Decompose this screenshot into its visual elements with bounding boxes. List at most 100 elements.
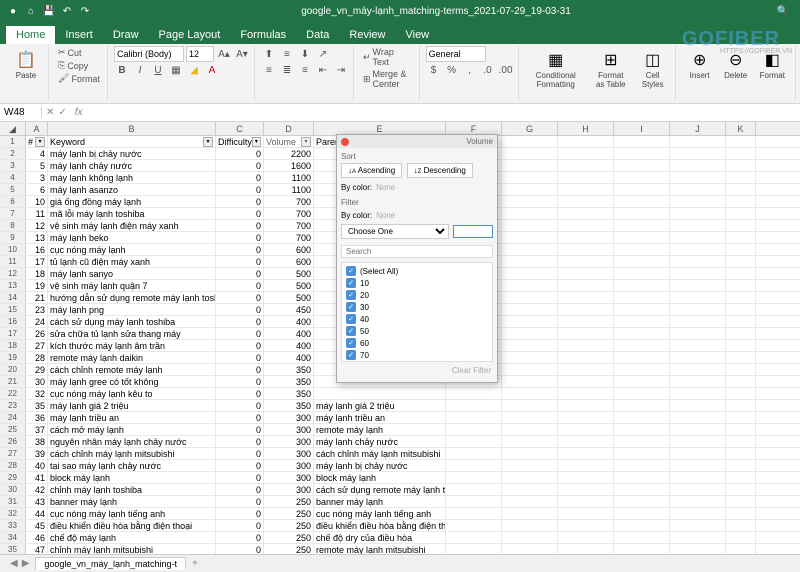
cell[interactable] (558, 292, 614, 303)
cell[interactable] (726, 328, 756, 339)
cell[interactable]: remote máy lạnh mitsubishi (314, 544, 446, 554)
copy-button[interactable]: ⎘ Copy (55, 59, 103, 72)
cell[interactable] (558, 388, 614, 399)
filter-arrow-icon[interactable]: ▾ (35, 137, 45, 147)
font-size-select[interactable] (186, 46, 214, 62)
cell[interactable] (726, 376, 756, 387)
cell[interactable] (614, 232, 670, 243)
cell[interactable]: remote máy lạnh (314, 424, 446, 435)
cell[interactable] (726, 412, 756, 423)
cell[interactable] (614, 376, 670, 387)
cell[interactable] (558, 244, 614, 255)
cell[interactable]: tủ lạnh cũ điện máy xanh (48, 256, 216, 267)
cell[interactable]: 0 (216, 424, 264, 435)
cell[interactable]: 350 (264, 376, 314, 387)
name-box[interactable]: W48 (0, 107, 42, 118)
cell[interactable]: 700 (264, 208, 314, 219)
cell[interactable]: 300 (264, 424, 314, 435)
cell[interactable] (670, 532, 726, 543)
cell[interactable] (726, 184, 756, 195)
filter-item-select-all[interactable]: ✓(Select All) (344, 265, 490, 277)
cell[interactable] (446, 388, 502, 399)
cell[interactable] (614, 172, 670, 183)
cell[interactable]: máy lạnh asanzo (48, 184, 216, 195)
filter-item[interactable]: ✓30 (344, 301, 490, 313)
cell[interactable]: máy lạnh bị chảy nước (48, 148, 216, 159)
cell[interactable] (726, 364, 756, 375)
row-header[interactable]: 22 (0, 388, 26, 399)
cell[interactable]: 29 (26, 364, 48, 375)
cell[interactable] (670, 328, 726, 339)
cell[interactable] (558, 520, 614, 531)
cell[interactable] (558, 196, 614, 207)
cell[interactable] (614, 424, 670, 435)
cell[interactable]: 500 (264, 292, 314, 303)
cell[interactable]: máy lạnh triều an (48, 412, 216, 423)
cell[interactable]: 400 (264, 328, 314, 339)
cell[interactable] (614, 388, 670, 399)
cell[interactable] (614, 496, 670, 507)
cell[interactable] (446, 460, 502, 471)
cell[interactable] (558, 268, 614, 279)
filter-item[interactable]: ✓50 (344, 325, 490, 337)
orientation-icon[interactable]: ↗ (315, 46, 331, 62)
cell[interactable] (726, 304, 756, 315)
format-painter-button[interactable]: 🖌 Format (55, 72, 103, 85)
cell[interactable] (502, 340, 558, 351)
cell[interactable] (726, 196, 756, 207)
cell[interactable] (614, 196, 670, 207)
cell[interactable] (614, 304, 670, 315)
merge-center-button[interactable]: ⊞ Merge & Center (360, 68, 415, 90)
cell[interactable]: 38 (26, 436, 48, 447)
cell[interactable]: 0 (216, 184, 264, 195)
cell[interactable] (502, 160, 558, 171)
cell[interactable] (670, 424, 726, 435)
cell[interactable]: 0 (216, 448, 264, 459)
cell[interactable] (558, 160, 614, 171)
cell[interactable] (446, 532, 502, 543)
cell[interactable] (446, 448, 502, 459)
cell[interactable] (726, 496, 756, 507)
cell[interactable]: 13 (26, 232, 48, 243)
cell[interactable]: 0 (216, 496, 264, 507)
cell[interactable] (502, 220, 558, 231)
row-header[interactable]: 21 (0, 376, 26, 387)
cell[interactable]: 12 (26, 220, 48, 231)
save-icon[interactable]: 💾 (42, 4, 56, 18)
cell[interactable] (726, 316, 756, 327)
cell[interactable]: máy lạnh bị chảy nước (314, 460, 446, 471)
cell[interactable] (614, 328, 670, 339)
col-header[interactable]: A (26, 122, 48, 135)
close-popup-icon[interactable] (341, 138, 349, 146)
cell[interactable] (502, 328, 558, 339)
cell[interactable]: 0 (216, 232, 264, 243)
cell[interactable]: 16 (26, 244, 48, 255)
filter-item[interactable]: ✓20 (344, 289, 490, 301)
cell[interactable]: block máy lạnh (48, 472, 216, 483)
cell[interactable] (670, 208, 726, 219)
row-header[interactable]: 23 (0, 400, 26, 411)
cell[interactable] (614, 148, 670, 159)
cell[interactable] (558, 208, 614, 219)
cell[interactable] (502, 256, 558, 267)
cell[interactable]: sửa chữa tủ lạnh sửa thang máy (48, 328, 216, 339)
checkbox-icon[interactable]: ✓ (346, 290, 356, 300)
cell[interactable]: máy lạnh triều an (314, 412, 446, 423)
cell[interactable] (670, 268, 726, 279)
cell[interactable]: 300 (264, 484, 314, 495)
cell[interactable] (558, 316, 614, 327)
cell[interactable]: 39 (26, 448, 48, 459)
comma-icon[interactable]: , (462, 62, 478, 78)
cell[interactable] (446, 436, 502, 447)
tab-review[interactable]: Review (339, 26, 395, 44)
fill-color-button[interactable]: ◢ (186, 62, 202, 78)
cell[interactable]: 41 (26, 472, 48, 483)
cell[interactable] (726, 256, 756, 267)
cell[interactable]: 700 (264, 232, 314, 243)
cell[interactable] (558, 172, 614, 183)
cell[interactable] (670, 232, 726, 243)
cell[interactable]: 10 (26, 196, 48, 207)
cell[interactable] (502, 412, 558, 423)
cell[interactable] (558, 436, 614, 447)
tab-insert[interactable]: Insert (55, 26, 103, 44)
